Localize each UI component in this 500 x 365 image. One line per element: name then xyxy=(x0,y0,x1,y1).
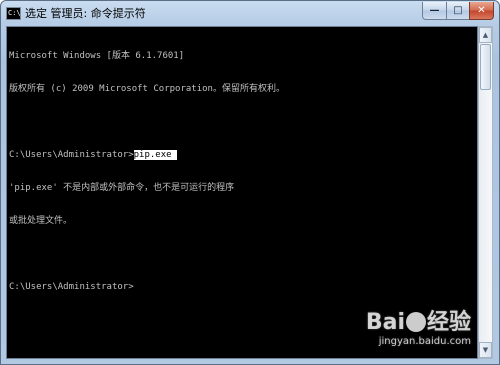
close-button[interactable]: ✕ xyxy=(469,2,494,20)
console-line: 或批处理文件。 xyxy=(9,216,73,226)
watermark-logo: Bai 经验 xyxy=(366,304,471,336)
cmd-app-icon[interactable]: C:\ xyxy=(6,7,21,20)
watermark-logo-prefix: Bai xyxy=(365,310,405,335)
scroll-up-arrow-icon[interactable]: ▲ xyxy=(479,27,492,43)
minimize-button[interactable]: — xyxy=(422,2,447,20)
console-line: 版权所有 (c) 2009 Microsoft Corporation。保留所有… xyxy=(9,84,285,94)
baidu-jingyan-watermark: Bai 经验 jingyan.baidu.com xyxy=(351,304,471,354)
console-line: Microsoft Windows [版本 6.1.7601] xyxy=(9,51,185,61)
console-prompt-line: C:\Users\Administrator> xyxy=(9,282,134,292)
maximize-icon: □ xyxy=(453,5,463,16)
close-icon: ✕ xyxy=(477,5,486,16)
selected-command-text[interactable]: pip.exe xyxy=(133,150,177,160)
maximize-button[interactable]: □ xyxy=(446,2,470,20)
console-line: 'pip.exe' 不是内部或外部命令，也不是可运行的程序 xyxy=(9,183,235,193)
console-prompt: C:\Users\Administrator> xyxy=(9,150,134,160)
paw-icon xyxy=(405,312,426,332)
vertical-scrollbar[interactable]: ▲ ▼ xyxy=(478,26,493,359)
watermark-logo-suffix: 经验 xyxy=(426,310,471,335)
minimize-icon: — xyxy=(429,5,440,16)
watermark-url: jingyan.baidu.com xyxy=(378,336,471,347)
console-output[interactable]: Microsoft Windows [版本 6.1.7601] 版权所有 (c)… xyxy=(9,29,475,315)
scroll-down-arrow-icon[interactable]: ▼ xyxy=(479,342,492,358)
console-area[interactable]: Microsoft Windows [版本 6.1.7601] 版权所有 (c)… xyxy=(6,26,478,359)
window-title: 选定 管理员: 命令提示符 xyxy=(25,7,146,20)
scrollbar-thumb[interactable] xyxy=(480,44,491,90)
console-prompt-line: C:\Users\Administrator>pip.exe xyxy=(9,150,475,161)
